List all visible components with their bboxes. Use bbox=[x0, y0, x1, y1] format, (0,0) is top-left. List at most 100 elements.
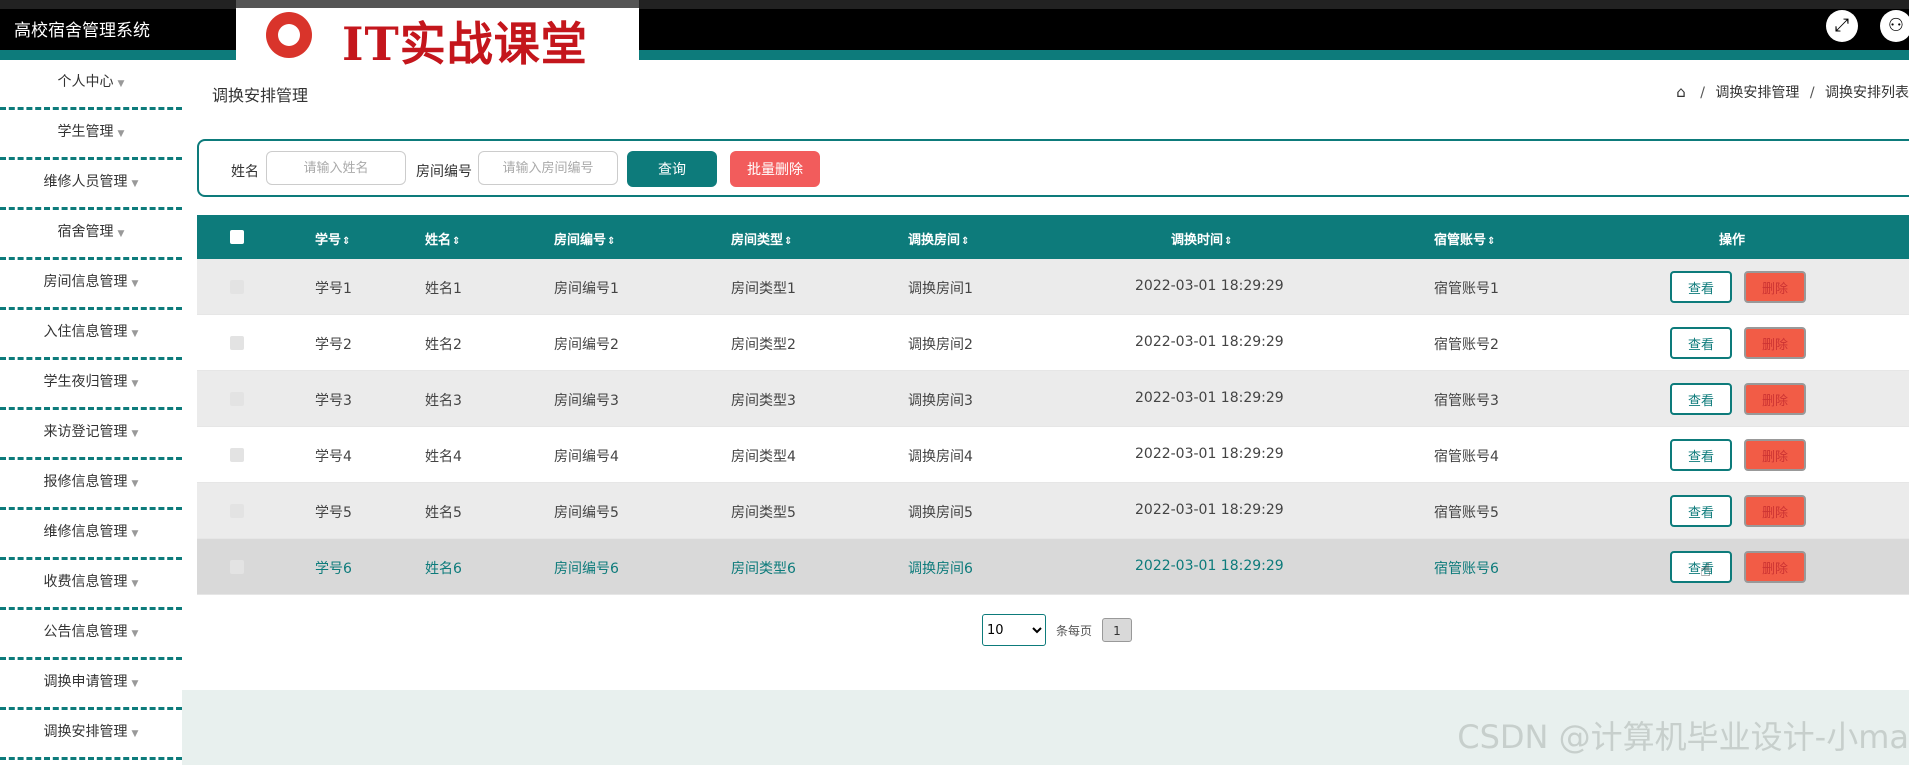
sidebar-item[interactable]: 收费信息管理 ▼ bbox=[0, 560, 182, 610]
page-title: 调换安排管理 bbox=[212, 86, 309, 105]
cell-room-type: 房间类型6 bbox=[731, 561, 796, 577]
caret-down-icon: ▼ bbox=[131, 429, 139, 439]
delete-button[interactable]: 删除 bbox=[1744, 439, 1806, 471]
view-button[interactable]: 查看 bbox=[1670, 495, 1732, 527]
cell-manager: 宿管账号3 bbox=[1434, 393, 1499, 409]
table-row[interactable]: 学号3 姓名3 房间编号3 房间类型3 调换房间3 2022-03-01 18:29:29… bbox=[197, 371, 1909, 427]
cell-room-type: 房间类型3 bbox=[731, 393, 796, 409]
cell-room-no: 房间编号5 bbox=[554, 505, 619, 521]
cell-manager: 宿管账号2 bbox=[1434, 337, 1499, 353]
breadcrumb-item[interactable]: 调换安排管理 bbox=[1715, 85, 1799, 101]
table-row[interactable]: 学号1 姓名1 房间编号1 房间类型1 调换房间1 2022-03-01 18:29:29… bbox=[197, 259, 1909, 315]
app-title: 高校宿舍管理系统 bbox=[14, 21, 150, 41]
column-header-manager[interactable]: 宿管账号⇕ bbox=[1434, 229, 1495, 248]
caret-down-icon: ▼ bbox=[131, 329, 139, 339]
sidebar-item-label: 入住信息管理 bbox=[43, 324, 128, 340]
table-row[interactable]: 学号6 姓名6 房间编号6 房间类型6 调换房间6 2022-03-01 18:29:29… bbox=[197, 539, 1909, 595]
row-checkbox[interactable] bbox=[230, 336, 244, 350]
sidebar-item[interactable]: 宿舍管理 ▼ bbox=[0, 210, 182, 260]
cell-name: 姓名3 bbox=[425, 393, 462, 409]
cell-student-no: 学号4 bbox=[315, 449, 352, 465]
delete-button[interactable]: 删除 bbox=[1744, 495, 1806, 527]
home-icon[interactable]: ⌂ bbox=[1676, 83, 1686, 101]
column-header-actions: 操作 bbox=[1719, 233, 1746, 248]
cell-name: 姓名1 bbox=[425, 281, 462, 297]
sidebar-item-label: 维修信息管理 bbox=[43, 524, 128, 540]
table-row[interactable]: 学号2 姓名2 房间编号2 房间类型2 调换房间2 2022-03-01 18:29:29… bbox=[197, 315, 1909, 371]
delete-button[interactable]: 删除 bbox=[1744, 383, 1806, 415]
sidebar-item-label: 调换安排管理 bbox=[43, 724, 128, 740]
delete-button[interactable]: 删除 bbox=[1744, 551, 1806, 583]
sidebar-item-label: 报修信息管理 bbox=[43, 474, 128, 490]
column-header-room-no[interactable]: 房间编号⇕ bbox=[554, 229, 615, 248]
select-all-checkbox[interactable] bbox=[230, 230, 244, 244]
column-header-swap-room[interactable]: 调换房间⇕ bbox=[908, 229, 969, 248]
sidebar-item[interactable]: 入住信息管理 ▼ bbox=[0, 310, 182, 360]
query-button[interactable]: 查询 bbox=[627, 151, 717, 187]
sidebar-item[interactable]: 来访登记管理 ▼ bbox=[0, 410, 182, 460]
caret-down-icon: ▼ bbox=[131, 529, 139, 539]
view-button[interactable]: 查看 bbox=[1670, 327, 1732, 359]
caret-down-icon: ▼ bbox=[131, 279, 139, 289]
cell-swap-time: 2022-03-01 18:29:29 bbox=[1135, 446, 1284, 462]
cell-student-no: 学号5 bbox=[315, 505, 352, 521]
logo-ring-icon bbox=[266, 12, 312, 58]
column-header-name[interactable]: 姓名⇕ bbox=[425, 229, 460, 248]
cell-swap-room: 调换房间6 bbox=[908, 561, 973, 577]
name-search-input[interactable] bbox=[266, 151, 406, 185]
sidebar-item-label: 宿舍管理 bbox=[57, 224, 114, 240]
view-button[interactable]: 查看 bbox=[1670, 271, 1732, 303]
sidebar-item[interactable]: 维修信息管理 ▼ bbox=[0, 510, 182, 560]
logo-text: IT实战课堂 bbox=[342, 17, 588, 71]
sidebar-item[interactable]: 学生夜归管理 ▼ bbox=[0, 360, 182, 410]
cell-student-no: 学号3 bbox=[315, 393, 352, 409]
caret-down-icon: ▼ bbox=[131, 679, 139, 689]
sidebar-item[interactable]: 报修信息管理 ▼ bbox=[0, 460, 182, 510]
cell-swap-time: 2022-03-01 18:29:29 bbox=[1135, 390, 1284, 406]
search-panel: 姓名 房间编号 查询 批量删除 bbox=[197, 139, 1909, 197]
page-size-select[interactable]: 10 bbox=[982, 614, 1046, 646]
name-label: 姓名 bbox=[231, 164, 259, 180]
cell-manager: 宿管账号4 bbox=[1434, 449, 1499, 465]
view-button[interactable]: 查看 bbox=[1670, 383, 1732, 415]
batch-delete-button[interactable]: 批量删除 bbox=[730, 151, 820, 187]
row-checkbox[interactable] bbox=[230, 392, 244, 406]
sidebar-item[interactable]: 公告信息管理 ▼ bbox=[0, 610, 182, 660]
table-row[interactable]: 学号4 姓名4 房间编号4 房间类型4 调换房间4 2022-03-01 18:29:29… bbox=[197, 427, 1909, 483]
sidebar-item[interactable]: 维修人员管理 ▼ bbox=[0, 160, 182, 210]
room-label: 房间编号 bbox=[416, 164, 472, 180]
table-row[interactable]: 学号5 姓名5 房间编号5 房间类型5 调换房间5 2022-03-01 18:29:29… bbox=[197, 483, 1909, 539]
delete-button[interactable]: 删除 bbox=[1744, 327, 1806, 359]
cell-room-no: 房间编号6 bbox=[554, 561, 619, 577]
cell-manager: 宿管账号6 bbox=[1434, 561, 1499, 577]
user-icon[interactable]: ⚇ bbox=[1880, 10, 1909, 42]
sidebar-item-label: 收费信息管理 bbox=[43, 574, 128, 590]
cell-swap-room: 调换房间3 bbox=[908, 393, 973, 409]
row-checkbox[interactable] bbox=[230, 448, 244, 462]
delete-button[interactable]: 删除 bbox=[1744, 271, 1806, 303]
cell-room-type: 房间类型2 bbox=[731, 337, 796, 353]
page-number-button[interactable]: 1 bbox=[1102, 618, 1132, 642]
column-header-student-no[interactable]: 学号⇕ bbox=[315, 229, 350, 248]
sidebar-item[interactable]: 个人中心 ▼ bbox=[0, 60, 182, 110]
sidebar-item-label: 公告信息管理 bbox=[43, 624, 128, 640]
caret-down-icon: ▼ bbox=[117, 229, 125, 239]
sidebar-item[interactable]: 学生管理 ▼ bbox=[0, 110, 182, 160]
cell-student-no: 学号6 bbox=[315, 561, 352, 577]
cell-swap-room: 调换房间1 bbox=[908, 281, 973, 297]
room-search-input[interactable] bbox=[478, 151, 618, 185]
sidebar-item[interactable]: 调换申请管理 ▼ bbox=[0, 660, 182, 710]
row-checkbox[interactable] bbox=[230, 560, 244, 574]
view-button[interactable]: 查看 bbox=[1670, 439, 1732, 471]
sidebar-item[interactable]: 调换安排管理 ▼ bbox=[0, 710, 182, 760]
caret-down-icon: ▼ bbox=[117, 79, 125, 89]
fullscreen-icon[interactable]: ⤢ bbox=[1826, 10, 1858, 42]
sidebar-item-label: 个人中心 bbox=[57, 74, 114, 90]
sidebar-item-label: 学生管理 bbox=[57, 124, 114, 140]
cell-swap-time: 2022-03-01 18:29:29 bbox=[1135, 278, 1284, 294]
column-header-room-type[interactable]: 房间类型⇕ bbox=[731, 229, 792, 248]
column-header-swap-time[interactable]: 调换时间⇕ bbox=[1171, 229, 1232, 248]
row-checkbox[interactable] bbox=[230, 280, 244, 294]
sidebar-item[interactable]: 房间信息管理 ▼ bbox=[0, 260, 182, 310]
row-checkbox[interactable] bbox=[230, 504, 244, 518]
